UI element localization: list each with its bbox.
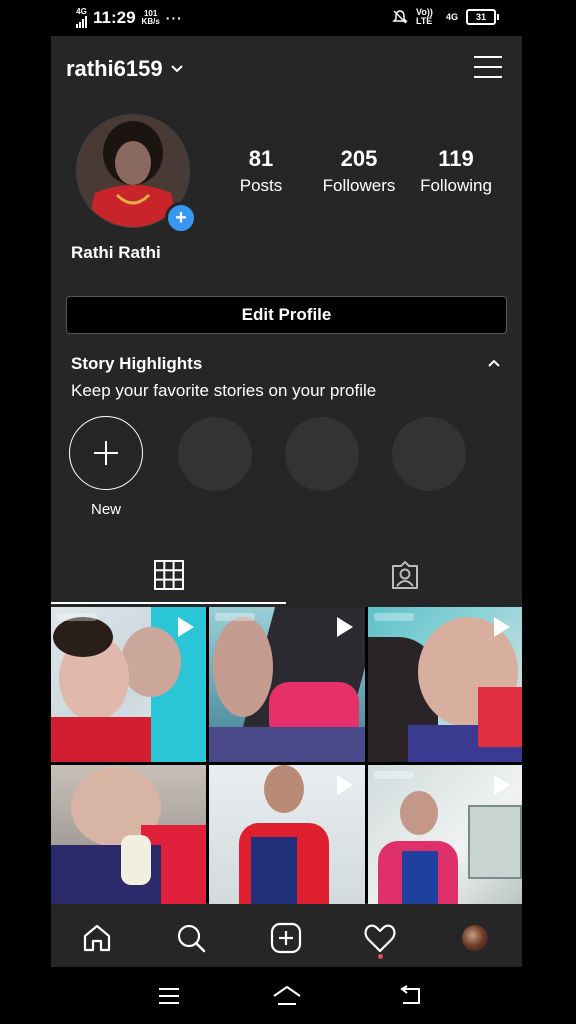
profile-tab-avatar[interactable] [455,918,495,958]
post-thumbnail[interactable] [368,765,522,906]
post-thumbnail[interactable] [209,607,365,762]
tagged-person-icon [391,561,418,589]
mute-alarm-icon [392,10,408,24]
home-icon[interactable] [77,918,117,958]
posts-grid [51,607,522,906]
post-thumbnail[interactable] [51,765,206,906]
profile-avatar-container[interactable]: + [76,114,197,234]
network-type-right: 4G [445,12,458,22]
collapse-chevron-up-icon[interactable] [487,356,501,370]
tab-posts-grid[interactable] [51,546,286,604]
hamburger-menu-icon[interactable] [474,56,502,80]
following-label: Following [420,176,492,195]
chevron-down-icon [170,65,183,73]
profile-full-name: Rathi Rathi [71,243,161,262]
post-thumbnail[interactable] [51,607,206,762]
network-type-left: 4G [76,7,87,16]
avatar [462,925,488,951]
activity-heart-icon[interactable] [360,918,400,958]
instagram-profile-screen: rathi6159 + 81 Posts 205 Followers 119 F… [51,36,522,967]
status-bar: 4G 11:29 101 KB/s ··· Vo)) LTE 4G 31 [0,0,576,36]
highlights-subtitle: Keep your favorite stories on your profi… [71,381,377,400]
grid-icon [153,560,184,590]
profile-tabs [51,546,522,606]
video-play-icon [494,617,510,637]
highlight-placeholder [285,417,359,491]
highlight-placeholder [178,417,252,491]
volte-indicator: Vo)) LTE [415,7,433,26]
add-story-plus-icon[interactable]: + [165,202,197,234]
following-count: 119 [438,146,474,171]
system-home-icon[interactable] [267,981,307,1011]
signal-bars-icon [76,16,87,28]
followers-stat[interactable]: 205 Followers [313,146,405,196]
signal-indicator: 4G [76,8,87,28]
video-play-icon [494,775,510,795]
highlight-placeholder [392,417,466,491]
active-tab-indicator [51,602,286,604]
watermark [374,613,414,621]
following-stat[interactable]: 119 Following [413,146,499,196]
new-highlight-label: New [90,501,121,518]
edit-profile-button[interactable]: Edit Profile [66,296,507,334]
recent-apps-menu-icon[interactable] [149,981,189,1011]
battery-icon: 31 [466,9,499,25]
watermark [215,613,255,621]
video-play-icon [178,617,194,637]
username: rathi6159 [66,56,163,81]
add-post-icon[interactable] [266,918,306,958]
top-bar: rathi6159 [51,36,522,98]
tab-tagged[interactable] [287,546,522,604]
post-thumbnail[interactable] [209,765,365,906]
posts-label: Posts [239,176,283,195]
system-back-icon[interactable] [390,981,430,1011]
posts-count: 81 [248,146,274,171]
video-play-icon [337,617,353,637]
watermark [374,771,414,779]
search-icon[interactable] [171,918,211,958]
account-switcher[interactable]: rathi6159 [66,56,183,82]
posts-stat[interactable]: 81 Posts [226,146,296,196]
network-speed: 101 KB/s [141,9,160,26]
followers-count: 205 [340,146,378,171]
bottom-navigation [51,904,522,967]
new-highlight-plus-icon[interactable] [69,416,143,490]
system-navigation-bar [0,967,576,1024]
watermark [57,613,97,621]
status-time: 11:29 [93,8,136,27]
followers-label: Followers [322,176,396,195]
post-thumbnail[interactable] [368,607,522,762]
highlights-title: Story Highlights [71,354,203,373]
video-play-icon [337,775,353,795]
notification-dot [378,954,383,959]
more-notifications-icon: ··· [165,10,183,26]
